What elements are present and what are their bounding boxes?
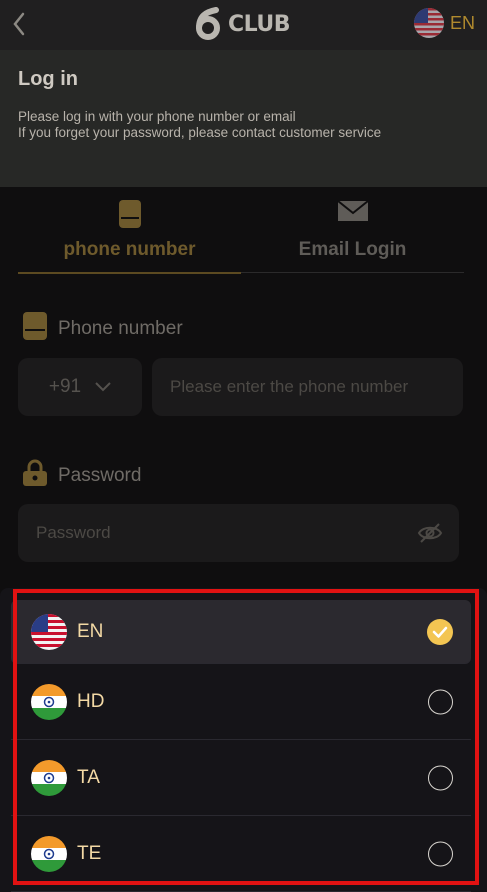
login-help-text: If you forget your password, please cont… bbox=[18, 125, 382, 140]
current-language-code: EN bbox=[449, 12, 475, 33]
us-flag-icon bbox=[31, 613, 67, 650]
page-title: Log in bbox=[18, 68, 78, 90]
phone-number-input[interactable] bbox=[152, 358, 463, 416]
country-code: +91 bbox=[48, 376, 82, 397]
lock-icon bbox=[22, 459, 48, 493]
login-tabs: phone number Email Login bbox=[18, 197, 464, 274]
tab-phone-label: phone number bbox=[63, 239, 196, 260]
login-info-panel: Log in Please log in with your phone num… bbox=[0, 50, 487, 187]
radio-unchecked-icon bbox=[428, 841, 453, 866]
app-logo: CLUB bbox=[190, 4, 291, 44]
language-option-ta[interactable]: TA bbox=[11, 740, 471, 816]
chevron-left-icon[interactable] bbox=[10, 10, 30, 38]
chevron-down-icon bbox=[95, 376, 111, 398]
language-sheet: EN HD TA TE bbox=[0, 588, 487, 892]
phone-icon bbox=[118, 199, 142, 234]
logo-icon bbox=[196, 7, 220, 40]
tab-phone-number[interactable]: phone number bbox=[18, 197, 241, 274]
language-code: HD bbox=[77, 690, 105, 712]
country-code-select[interactable]: +91 bbox=[18, 358, 142, 416]
top-bar: CLUB EN bbox=[0, 0, 487, 50]
check-circle-icon bbox=[427, 618, 453, 645]
phone-icon bbox=[22, 311, 48, 347]
active-tab-indicator bbox=[18, 272, 241, 274]
language-option-te[interactable]: TE bbox=[11, 816, 471, 892]
eye-off-icon[interactable] bbox=[417, 522, 443, 549]
india-flag-icon bbox=[31, 683, 67, 720]
logo-text: CLUB bbox=[228, 11, 291, 37]
login-instruction: Please log in with your phone number or … bbox=[18, 109, 296, 124]
password-label-text: Password bbox=[58, 465, 142, 486]
password-label: Password bbox=[22, 459, 141, 493]
language-selector[interactable]: EN bbox=[413, 8, 475, 38]
radio-unchecked-icon bbox=[428, 765, 453, 790]
language-code: EN bbox=[77, 620, 104, 642]
password-field bbox=[18, 504, 459, 562]
language-list: EN HD TA TE bbox=[11, 600, 471, 892]
language-option-en[interactable]: EN bbox=[11, 600, 471, 664]
radio-unchecked-icon bbox=[428, 689, 453, 714]
password-input[interactable] bbox=[18, 504, 398, 562]
language-option-hd[interactable]: HD bbox=[11, 664, 471, 740]
india-flag-icon bbox=[31, 759, 67, 796]
us-flag-icon bbox=[413, 8, 444, 38]
phone-number-label: Phone number bbox=[22, 311, 183, 347]
india-flag-icon bbox=[31, 835, 67, 872]
tab-email-login[interactable]: Email Login bbox=[241, 197, 464, 273]
mail-icon bbox=[336, 199, 369, 228]
phone-number-label-text: Phone number bbox=[58, 318, 183, 339]
tab-email-label: Email Login bbox=[298, 239, 407, 260]
language-code: TA bbox=[77, 766, 100, 788]
language-code: TE bbox=[77, 842, 102, 864]
